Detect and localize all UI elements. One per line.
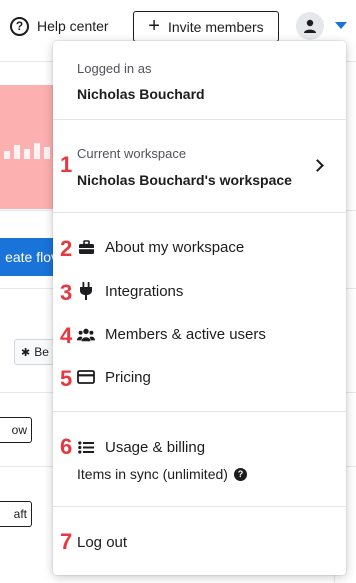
help-center-label: Help center bbox=[37, 18, 109, 34]
draft-button[interactable]: aft bbox=[0, 501, 32, 527]
sync-info: Items in sync (unlimited) ? bbox=[77, 466, 247, 482]
invite-members-button[interactable]: + Invite members bbox=[133, 11, 279, 42]
help-center-link[interactable]: ? Help center bbox=[10, 14, 109, 38]
annotation-number: 7 bbox=[60, 529, 73, 554]
menu-item-pricing[interactable]: Pricing bbox=[77, 368, 151, 386]
divider bbox=[53, 411, 346, 412]
create-flow-button[interactable]: eate flov bbox=[0, 238, 60, 276]
annotation-number: 6 bbox=[60, 434, 73, 459]
list-icon bbox=[77, 438, 95, 456]
invite-members-label: Invite members bbox=[167, 18, 264, 35]
logout-label: Log out bbox=[77, 534, 128, 551]
annotation-number: 3 bbox=[60, 280, 73, 305]
menu-item-label: Pricing bbox=[105, 368, 151, 386]
chart-thumbnail bbox=[0, 85, 60, 209]
menu-item-about-workspace[interactable]: About my workspace bbox=[77, 238, 244, 256]
avatar[interactable] bbox=[296, 12, 324, 40]
divider bbox=[53, 506, 346, 507]
annotation-number: 1 bbox=[60, 152, 73, 177]
plug-icon bbox=[77, 282, 95, 300]
annotation-number: 5 bbox=[60, 366, 73, 391]
menu-item-usage-billing[interactable]: Usage & billing bbox=[77, 438, 205, 456]
divider bbox=[53, 212, 346, 213]
question-circle-icon: ? bbox=[10, 16, 29, 36]
flow-button[interactable]: ow bbox=[0, 417, 32, 443]
user-name: Nicholas Bouchard bbox=[77, 86, 205, 102]
logout-button[interactable]: Log out bbox=[77, 534, 127, 551]
logged-in-label: Logged in as bbox=[77, 61, 152, 76]
bee-icon: ✱ bbox=[21, 346, 31, 359]
users-icon bbox=[77, 325, 95, 343]
status-chip-label: Be bbox=[34, 345, 49, 359]
account-dropdown-menu: Logged in as Nicholas Bouchard Current w… bbox=[53, 41, 346, 575]
divider bbox=[53, 119, 346, 120]
credit-card-icon bbox=[77, 368, 95, 386]
chevron-right-icon bbox=[311, 159, 324, 172]
menu-item-members[interactable]: Members & active users bbox=[77, 325, 266, 343]
sync-label: Items in sync (unlimited) bbox=[77, 466, 228, 482]
menu-item-label: Usage & billing bbox=[105, 438, 206, 456]
question-circle-icon[interactable]: ? bbox=[233, 467, 247, 481]
user-icon bbox=[304, 19, 316, 33]
menu-item-label: Integrations bbox=[105, 282, 184, 300]
annotation-number: 4 bbox=[60, 323, 73, 348]
annotation-number: 2 bbox=[60, 236, 73, 261]
briefcase-icon bbox=[77, 238, 95, 256]
plus-icon: + bbox=[148, 14, 160, 37]
menu-item-label: Members & active users bbox=[105, 325, 266, 343]
menu-item-label: About my workspace bbox=[105, 238, 245, 256]
workspace-name: Nicholas Bouchard's workspace bbox=[77, 172, 292, 188]
chevron-down-icon[interactable] bbox=[335, 22, 347, 29]
menu-item-integrations[interactable]: Integrations bbox=[77, 282, 183, 300]
current-workspace-label: Current workspace bbox=[77, 146, 187, 161]
